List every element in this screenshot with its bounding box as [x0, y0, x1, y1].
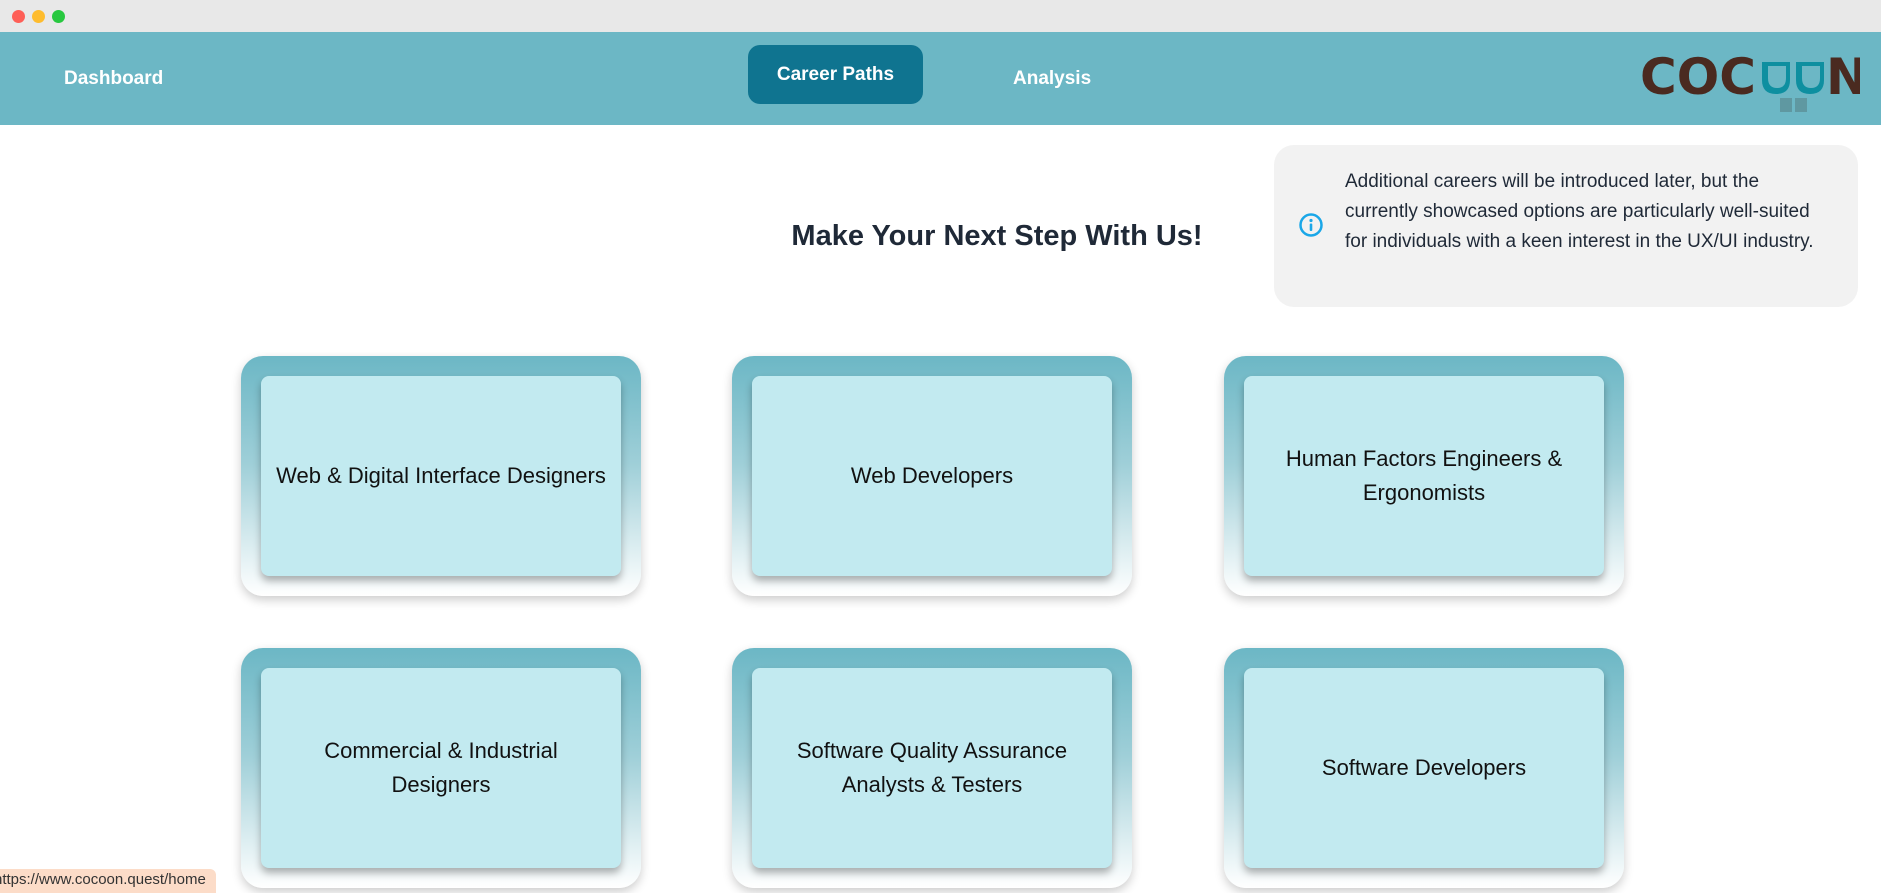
info-banner: Additional careers will be introduced la…: [1274, 145, 1858, 307]
career-card-label: Web & Digital Interface Designers: [261, 376, 621, 576]
link-status-bar: https://www.cocoon.quest/home: [0, 869, 216, 893]
nav-dashboard[interactable]: Dashboard: [64, 32, 163, 125]
nav-career-paths[interactable]: Career Paths: [748, 45, 923, 104]
page-title: Make Your Next Step With Us!: [791, 220, 1203, 252]
career-card-label: Software Developers: [1244, 668, 1604, 868]
career-card-label: Software Quality Assurance Analysts & Te…: [752, 668, 1112, 868]
close-window-button[interactable]: [12, 10, 25, 23]
info-icon: [1299, 213, 1323, 237]
career-card[interactable]: Commercial & Industrial Designers: [241, 648, 641, 888]
minimize-window-button[interactable]: [32, 10, 45, 23]
top-nav: Dashboard Career Paths Analysis COC N: [0, 32, 1881, 125]
browser-chrome: [0, 0, 1881, 32]
career-card-label: Human Factors Engineers & Ergonomists: [1244, 376, 1604, 576]
info-text: Additional careers will be introduced la…: [1345, 171, 1814, 252]
career-card[interactable]: Software Quality Assurance Analysts & Te…: [732, 648, 1132, 888]
career-card[interactable]: Web Developers: [732, 356, 1132, 596]
career-card[interactable]: Web & Digital Interface Designers: [241, 356, 641, 596]
career-card-label: Web Developers: [752, 376, 1112, 576]
svg-text:COC: COC: [1640, 48, 1756, 106]
career-card[interactable]: Software Developers: [1224, 648, 1624, 888]
nav-analysis[interactable]: Analysis: [1013, 32, 1091, 125]
maximize-window-button[interactable]: [52, 10, 65, 23]
career-card-label: Commercial & Industrial Designers: [261, 668, 621, 868]
svg-text:N: N: [1826, 48, 1860, 106]
cocoon-logo[interactable]: COC N: [1640, 46, 1868, 116]
career-card[interactable]: Human Factors Engineers & Ergonomists: [1224, 356, 1624, 596]
